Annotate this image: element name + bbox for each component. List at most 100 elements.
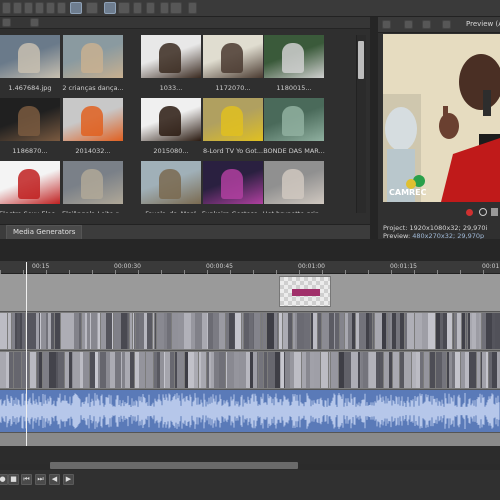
auto-ripple-icon[interactable] [70,2,82,14]
preview-quality-select[interactable]: Preview (A [466,20,500,28]
video-clip-segment[interactable] [462,313,465,349]
loop-icon[interactable] [479,208,487,216]
video-clip-segment[interactable] [380,352,383,388]
media-thumbnail[interactable]: 2 crianças dança... [62,35,124,99]
video-clip-segment[interactable] [369,352,376,388]
video-clip-segment[interactable] [267,313,274,349]
video-clip-segment[interactable] [112,313,113,349]
video-clip-segment[interactable] [264,352,267,388]
media-thumbnail[interactable]: 2014032... [63,98,123,162]
video-clip-segment[interactable] [297,313,304,349]
video-clip-segment[interactable] [351,352,358,388]
lock-envelope-icon[interactable] [188,2,197,14]
timeline-scroll-thumb[interactable] [50,462,298,469]
video-clip-segment[interactable] [202,352,206,388]
search-icon[interactable] [30,18,39,27]
video-clip-segment[interactable] [428,313,435,349]
panel-splitter[interactable] [370,17,378,239]
video-clip-segment[interactable] [237,313,241,349]
video-clip-segment[interactable] [195,313,202,349]
panel-splitter-horizontal[interactable] [0,239,500,261]
video-clip-segment[interactable] [9,352,13,388]
video-clip-segment[interactable] [146,352,153,388]
stop-icon[interactable] [491,208,498,216]
video-clip-segment[interactable] [359,313,366,349]
video-clip-segment[interactable] [442,352,446,388]
video-clip-segment[interactable] [130,313,132,349]
video-clip-segment[interactable] [486,352,488,388]
video-clip-segment[interactable] [194,352,198,388]
playhead-cursor[interactable] [26,262,27,446]
video-clip-segment[interactable] [335,313,339,349]
selection-tool-icon[interactable] [133,2,142,14]
video-clip-segment[interactable] [219,313,225,349]
video-clip-segment[interactable] [242,313,243,349]
video-clip-segment[interactable] [147,313,152,349]
video-clip-segment[interactable] [329,352,330,388]
video-clip-segment[interactable] [288,313,292,349]
generated-media-clip[interactable] [279,276,331,307]
video-clip-segment[interactable] [219,352,225,388]
video-clip-segment[interactable] [322,313,329,349]
snapping-icon[interactable] [86,2,98,14]
video-clip-segment[interactable] [457,313,461,349]
video-clip-segment[interactable] [318,313,321,349]
media-thumbnail[interactable]: 1172070... [203,35,263,99]
media-thumbnail[interactable]: 8-Lord TV Yo Got... [203,98,263,162]
video-clip-segment[interactable] [128,313,129,349]
trim-icon[interactable] [46,2,55,14]
video-clip-segment[interactable] [257,352,258,388]
video-clip-segment[interactable] [153,313,154,349]
video-clip-segment[interactable] [466,313,467,349]
dropdown-icon[interactable] [57,2,66,14]
paste-icon[interactable] [35,2,44,14]
video-clip-segment[interactable] [130,352,134,388]
video-clip-segment[interactable] [155,313,156,349]
overlay-icon[interactable] [442,20,451,29]
video-clip-segment[interactable] [453,313,454,349]
video-clip-segment[interactable] [373,313,374,349]
marker-icon[interactable] [170,2,182,14]
video-clip-segment[interactable] [455,352,460,388]
scissors-icon[interactable] [13,2,22,14]
video-clip-segment[interactable] [479,313,481,349]
video-clip-segment[interactable] [495,313,500,349]
video-clip-segment[interactable] [375,313,382,349]
prev-frame-icon[interactable]: ◀ [49,474,60,485]
video-clip-segment[interactable] [420,352,423,388]
media-thumbnail[interactable]: Favela_da_Maré [141,161,201,213]
video-clip-segment[interactable] [294,352,301,388]
video-clip-segment[interactable] [321,352,328,388]
stop-icon[interactable]: ■ [8,474,19,485]
video-clip-segment[interactable] [477,352,480,388]
video-clip-segment[interactable] [73,352,80,388]
video-clip-segment[interactable] [404,352,411,388]
video-clip-segment[interactable] [254,313,260,349]
media-thumbnail[interactable]: Electro Sexy Elec... [0,161,61,213]
media-thumbnail[interactable]: Hot brunette grin... [263,161,325,213]
split-icon[interactable] [160,2,169,14]
media-thumbnail[interactable]: 1186870... [0,98,60,162]
tab-media-generators[interactable]: Media Generators [6,225,83,239]
video-clip-segment[interactable] [14,352,21,388]
import-icon[interactable] [2,2,11,14]
video-clip-segment[interactable] [170,352,174,388]
video-clip-segment[interactable] [0,313,7,349]
zoom-tool-icon[interactable] [146,2,155,14]
video-clip-segment[interactable] [340,313,344,349]
video-clip-segment[interactable] [259,352,263,388]
video-clip-segment[interactable] [430,352,435,388]
video-clip-segment[interactable] [261,313,262,349]
go-start-icon[interactable]: ⏮ [21,474,32,485]
video-track-2[interactable] [0,351,500,389]
media-thumbnail[interactable]: BONDE DAS MAR... [263,98,325,162]
video-clip-segment[interactable] [277,313,278,349]
video-track-1[interactable] [0,312,500,350]
video-clip-segment[interactable] [184,313,191,349]
view-icon[interactable] [2,18,11,27]
video-clip-segment[interactable] [447,313,452,349]
external-monitor-icon[interactable] [404,20,413,29]
video-clip-segment[interactable] [314,352,320,388]
video-clip-segment[interactable] [114,313,121,349]
video-clip-segment[interactable] [67,313,74,349]
